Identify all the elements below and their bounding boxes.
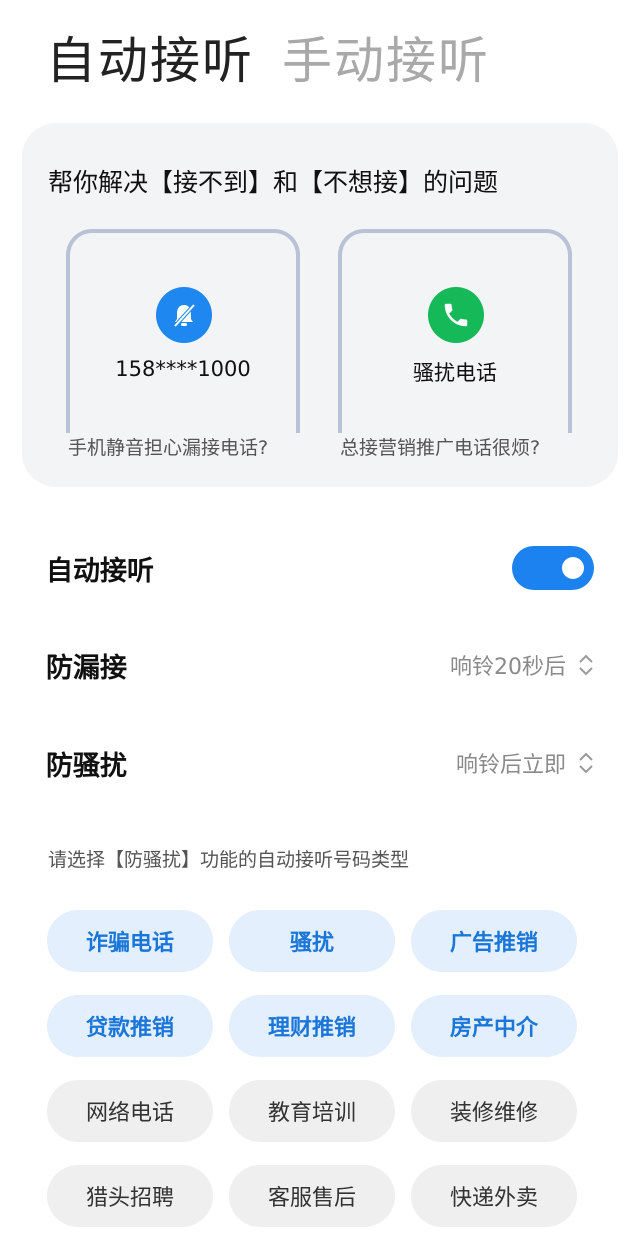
- bell-muted-icon: [156, 287, 212, 343]
- chip-harassment[interactable]: 骚扰: [229, 910, 395, 972]
- chip-loan-promotion[interactable]: 贷款推销: [47, 995, 213, 1057]
- anti-miss-value: 响铃20秒后: [450, 655, 566, 680]
- tab-manual-answer[interactable]: 手动接听: [282, 26, 490, 96]
- chevron-up-down-icon: [579, 752, 593, 774]
- caption-spam: 总接营销推广电话很烦?: [340, 437, 541, 459]
- anti-harass-selector[interactable]: 响铃后立即: [456, 747, 594, 779]
- phone-icon: [428, 287, 484, 343]
- anti-miss-label: 防漏接: [46, 652, 127, 684]
- auto-answer-row: 自动接听: [46, 538, 594, 598]
- caption-muted: 手机静音担心漏接电话?: [68, 437, 269, 459]
- intro-card: 帮你解决【接不到】和【不想接】的问题 158****1000 骚扰电话 手机静音…: [22, 123, 618, 487]
- chip-headhunter[interactable]: 猎头招聘: [47, 1165, 213, 1227]
- auto-answer-label: 自动接听: [46, 555, 154, 587]
- auto-answer-toggle[interactable]: [512, 546, 594, 590]
- chip-ad-promotion[interactable]: 广告推销: [411, 910, 577, 972]
- chevron-up-down-icon: [579, 654, 593, 676]
- masked-phone-number: 158****1000: [115, 357, 251, 381]
- intro-card-title: 帮你解决【接不到】和【不想接】的问题: [48, 168, 499, 197]
- chip-finance-promotion[interactable]: 理财推销: [229, 995, 395, 1057]
- chip-real-estate-agent[interactable]: 房产中介: [411, 995, 577, 1057]
- anti-harass-label: 防骚扰: [46, 750, 127, 782]
- anti-harass-value: 响铃后立即: [455, 753, 566, 778]
- tab-auto-answer[interactable]: 自动接听: [46, 26, 254, 96]
- anti-miss-row[interactable]: 防漏接 响铃20秒后: [46, 635, 594, 695]
- anti-harass-row[interactable]: 防骚扰 响铃后立即: [46, 733, 594, 793]
- category-hint: 请选择【防骚扰】功能的自动接听号码类型: [48, 849, 410, 871]
- chip-education-training[interactable]: 教育培训: [229, 1080, 395, 1142]
- anti-miss-selector[interactable]: 响铃20秒后: [450, 649, 594, 681]
- spam-call-label: 骚扰电话: [413, 361, 497, 385]
- phone-illustration-muted: 158****1000: [66, 229, 300, 433]
- chip-delivery[interactable]: 快递外卖: [411, 1165, 577, 1227]
- chip-fraud-call[interactable]: 诈骗电话: [47, 910, 213, 972]
- toggle-knob: [562, 557, 584, 579]
- tab-bar: 自动接听 手动接听: [46, 26, 490, 96]
- chip-internet-call[interactable]: 网络电话: [47, 1080, 213, 1142]
- chip-customer-service[interactable]: 客服售后: [229, 1165, 395, 1227]
- chip-renovation-repair[interactable]: 装修维修: [411, 1080, 577, 1142]
- phone-illustration-spam: 骚扰电话: [338, 229, 572, 433]
